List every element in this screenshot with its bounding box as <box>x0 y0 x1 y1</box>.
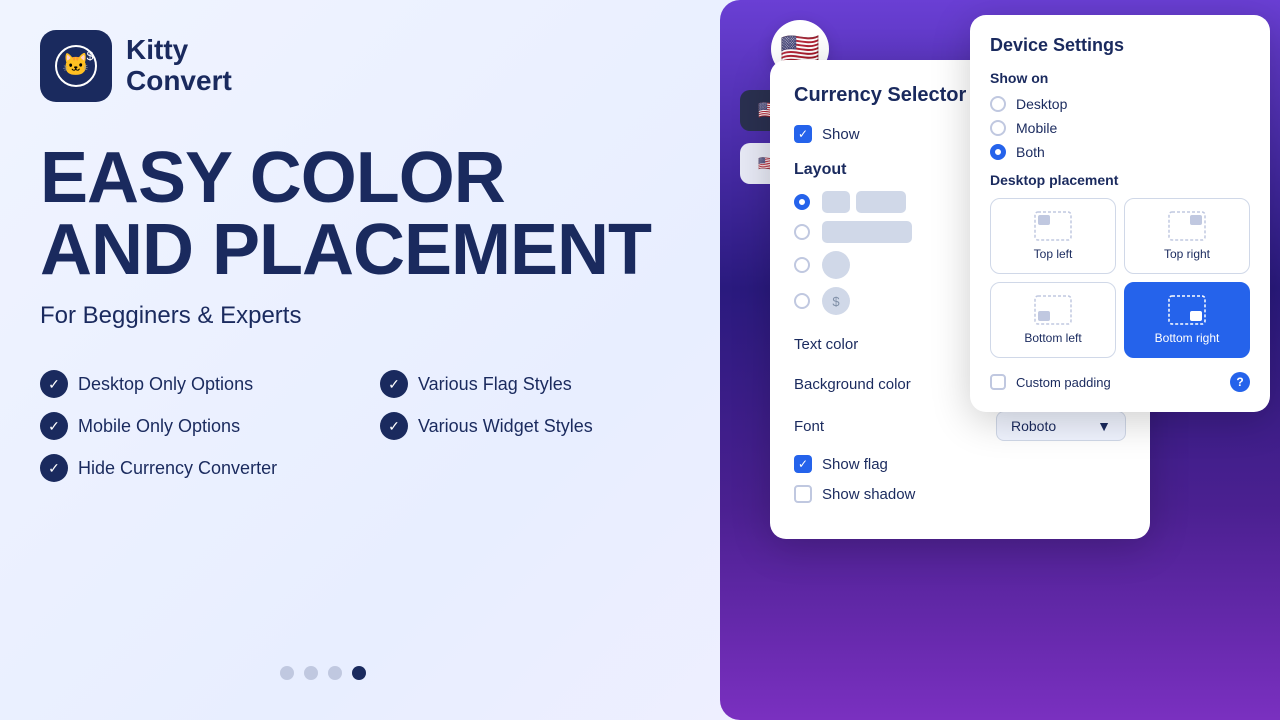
placement-top-left[interactable]: Top left <box>990 198 1116 274</box>
custom-padding-label: Custom padding <box>1016 375 1111 390</box>
placement-bottom-left[interactable]: Bottom left <box>990 282 1116 358</box>
custom-padding-checkbox[interactable] <box>990 374 1006 390</box>
font-label: Font <box>794 418 824 435</box>
layout-preview-2 <box>822 221 912 243</box>
font-row: Font Roboto ▼ <box>794 411 1126 441</box>
bottom-left-icon <box>1034 295 1072 325</box>
info-icon[interactable]: ? <box>1230 372 1250 392</box>
show-flag-checkbox[interactable]: ✓ <box>794 455 812 473</box>
check-icon-3: ✓ <box>40 412 68 440</box>
placement-grid: Top left Top right Bottom left Bottom ri… <box>990 198 1250 358</box>
top-left-icon <box>1034 211 1072 241</box>
radio-mobile-label: Mobile <box>1016 120 1057 136</box>
show-shadow-checkbox[interactable] <box>794 485 812 503</box>
check-icon-4: ✓ <box>380 412 408 440</box>
show-flag-row: ✓ Show flag <box>794 455 1126 473</box>
lp-circle <box>822 251 850 279</box>
dot-3[interactable] <box>328 666 342 680</box>
lp-rect-md <box>856 191 906 213</box>
lp-rect-full <box>822 221 912 243</box>
top-left-label: Top left <box>1034 247 1073 261</box>
lp-rect-sm <box>822 191 850 213</box>
text-color-label: Text color <box>794 336 858 353</box>
layout-radio-1[interactable] <box>794 194 810 210</box>
logo-icon: 🐱 $ <box>40 30 112 102</box>
feature-flag-styles: ✓ Various Flag Styles <box>380 370 700 398</box>
pagination-dots <box>280 666 366 680</box>
top-right-icon <box>1168 211 1206 241</box>
layout-preview-1 <box>822 191 906 213</box>
option-mobile[interactable]: Mobile <box>990 120 1250 136</box>
radio-desktop-label: Desktop <box>1016 96 1067 112</box>
bottom-right-icon <box>1168 295 1206 325</box>
features-grid: ✓ Desktop Only Options ✓ Various Flag St… <box>40 370 700 482</box>
logo-text: Kitty Convert <box>126 35 232 97</box>
bottom-left-label: Bottom left <box>1024 331 1081 345</box>
radio-both-label: Both <box>1016 144 1045 160</box>
lp-dollar: $ <box>822 287 850 315</box>
dot-4-active[interactable] <box>352 666 366 680</box>
custom-padding-row: Custom padding ? <box>990 372 1250 392</box>
radio-mobile[interactable] <box>990 120 1006 136</box>
show-on-label: Show on <box>990 70 1250 86</box>
show-flag-label: Show flag <box>822 456 888 473</box>
feature-desktop-only: ✓ Desktop Only Options <box>40 370 360 398</box>
svg-text:🐱: 🐱 <box>62 52 89 77</box>
show-checkbox[interactable]: ✓ <box>794 125 812 143</box>
placement-label: Desktop placement <box>990 172 1250 188</box>
show-label: Show <box>822 126 860 143</box>
feature-hide-converter: ✓ Hide Currency Converter <box>40 454 360 482</box>
feature-widget-styles: ✓ Various Widget Styles <box>380 412 700 440</box>
check-icon-5: ✓ <box>40 454 68 482</box>
hero-subtitle: For Begginers & Experts <box>40 302 700 330</box>
check-icon-1: ✓ <box>40 370 68 398</box>
hero-title: EASY COLOR AND PLACEMENT <box>40 142 700 286</box>
radio-both[interactable] <box>990 144 1006 160</box>
bg-color-label: Background color <box>794 376 911 393</box>
check-icon-2: ✓ <box>380 370 408 398</box>
layout-radio-3[interactable] <box>794 257 810 273</box>
show-shadow-label: Show shadow <box>822 486 915 503</box>
layout-radio-4[interactable] <box>794 293 810 309</box>
top-right-label: Top right <box>1164 247 1210 261</box>
placement-top-right[interactable]: Top right <box>1124 198 1250 274</box>
font-select[interactable]: Roboto ▼ <box>996 411 1126 441</box>
chevron-down-icon: ▼ <box>1097 418 1111 434</box>
placement-bottom-right[interactable]: Bottom right <box>1124 282 1250 358</box>
show-shadow-row: Show shadow <box>794 485 1126 503</box>
layout-radio-2[interactable] <box>794 224 810 240</box>
device-settings-title: Device Settings <box>990 35 1250 56</box>
dot-2[interactable] <box>304 666 318 680</box>
bottom-right-label: Bottom right <box>1155 331 1220 345</box>
feature-mobile-only: ✓ Mobile Only Options <box>40 412 360 440</box>
left-section: 🐱 $ Kitty Convert EASY COLOR AND PLACEME… <box>0 0 740 720</box>
logo-area: 🐱 $ Kitty Convert <box>40 30 700 102</box>
radio-desktop[interactable] <box>990 96 1006 112</box>
option-both[interactable]: Both <box>990 144 1250 160</box>
device-settings-panel: Device Settings Show on Desktop Mobile B… <box>970 15 1270 412</box>
dot-1[interactable] <box>280 666 294 680</box>
svg-text:$: $ <box>87 49 94 63</box>
option-desktop[interactable]: Desktop <box>990 96 1250 112</box>
